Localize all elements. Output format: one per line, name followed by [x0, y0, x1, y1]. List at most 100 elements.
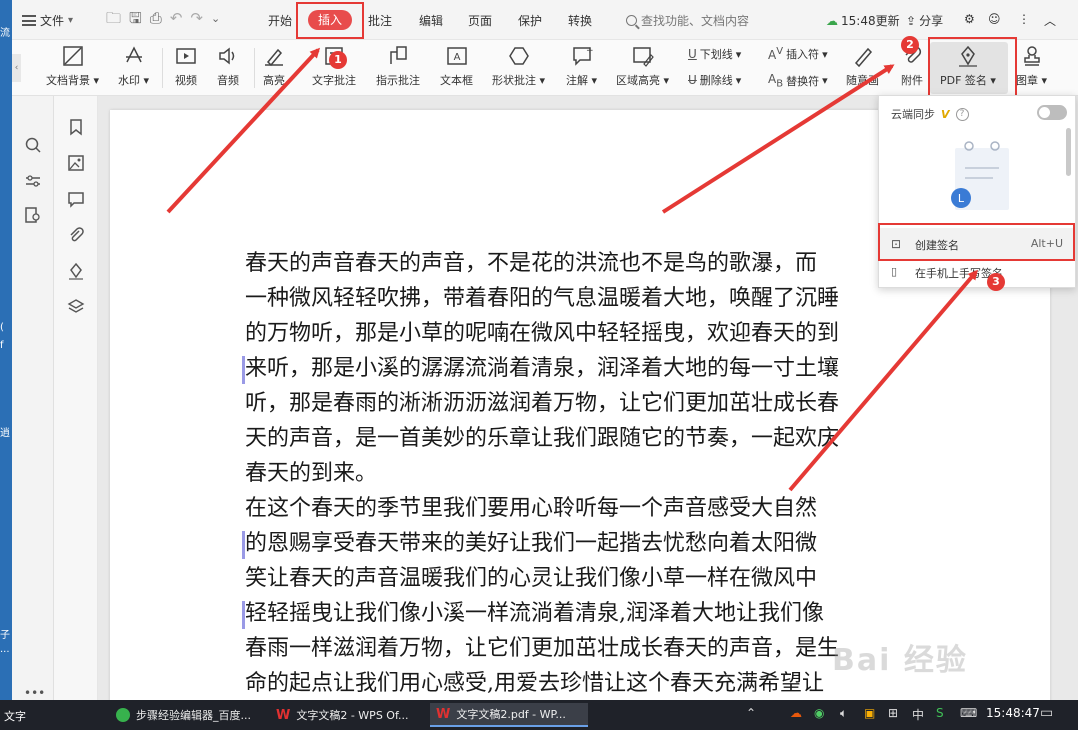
file-menu[interactable]: 文件 ▾ — [22, 12, 73, 29]
tray-speaker-icon[interactable]: 🔈︎ — [840, 706, 847, 721]
text-line: 轻轻摇曳让我们像小溪一样流淌着清泉,润泽着大地让我们像 — [245, 601, 824, 626]
more-dots-icon[interactable]: ••• — [24, 686, 45, 700]
taskbar-app-label: 文字文稿2.pdf - WP... — [456, 708, 566, 721]
update-status[interactable]: ☁ 15:48更新 — [826, 12, 900, 29]
document-body[interactable]: 春天的声音春天的声音，不是花的洪流也不是鸟的歌瀑，而 一种微风轻轻吹拂，带着春阳… — [242, 246, 930, 700]
text-cursor — [242, 601, 245, 629]
audio-button[interactable]: 音频 — [216, 44, 240, 88]
search-placeholder: 查找功能、文档内容 — [641, 14, 750, 28]
strikethrough-button[interactable]: U 删除线 ▾ — [688, 72, 741, 88]
tray-network-icon[interactable]: ⊞ — [888, 706, 898, 720]
layers-icon[interactable] — [67, 298, 85, 316]
page-search-icon[interactable] — [24, 206, 42, 224]
doc-background-label: 文档背景 — [46, 74, 90, 87]
skin-icon[interactable]: ☺ — [988, 12, 1001, 26]
tab-edit[interactable]: 编辑 — [419, 12, 443, 29]
replace-caret-icon: AB — [768, 72, 784, 90]
area-highlight-button[interactable]: 区域高亮 ▾ — [616, 44, 669, 88]
taskbar-app-label: 步骤经验编辑器_百度... — [136, 709, 251, 722]
ribbon-separator — [254, 48, 255, 88]
tab-page[interactable]: 页面 — [468, 12, 492, 29]
vip-icon: V — [941, 107, 950, 121]
replace-symbol-button[interactable]: AB 替换符 ▾ — [768, 72, 828, 89]
tab-convert[interactable]: 转换 — [568, 12, 592, 29]
text-cursor — [242, 356, 245, 384]
pointer-comment-label: 指示批注 — [376, 74, 420, 87]
text-line: 的恩赐享受春天带来的美好让我们一起揩去忧愁向着太阳微 — [245, 531, 818, 556]
collapse-ribbon-icon[interactable]: ︿ — [1044, 12, 1056, 29]
watermark-button[interactable]: 水印 ▾ — [118, 44, 149, 88]
more-icon[interactable]: ⋮ — [1018, 12, 1030, 26]
textbox-button[interactable]: A 文本框 — [440, 44, 473, 88]
cloud-sync-toggle[interactable] — [1037, 105, 1067, 120]
taskbar-clock[interactable]: 15:48:47 — [986, 706, 1040, 720]
video-button[interactable]: 视频 — [174, 44, 198, 88]
desktop-char: 流 — [0, 28, 10, 39]
search-document-icon[interactable] — [24, 136, 42, 154]
ribbon-scroll-left-icon[interactable]: ‹ — [12, 54, 21, 82]
step-badge-1: 1 — [329, 51, 347, 69]
background-icon — [62, 46, 83, 66]
tray-keyboard-icon[interactable]: ⌨ — [960, 706, 977, 720]
settings-icon[interactable]: ⚙ — [964, 12, 975, 26]
image-icon[interactable] — [67, 154, 85, 172]
open-folder-icon[interactable]: 🗀 — [106, 11, 121, 26]
tray-ime[interactable]: 中 — [912, 706, 924, 723]
navigation-panel — [54, 96, 98, 700]
dropdown-scrollbar[interactable] — [1066, 128, 1071, 176]
tab-home[interactable]: 开始 — [268, 12, 292, 29]
insert-caret-icon: AV — [768, 46, 784, 62]
step-badge-2: 2 — [901, 36, 919, 54]
signature-pen-icon[interactable] — [67, 262, 85, 280]
comment-bubble-icon[interactable] — [67, 190, 85, 208]
attachment-list-icon[interactable] — [67, 226, 85, 244]
tray-sogou-icon[interactable]: S — [936, 706, 944, 720]
save-icon[interactable]: 🖫 — [129, 11, 142, 26]
tab-comment[interactable]: 批注 — [368, 12, 392, 29]
redo-icon[interactable]: ↷ — [190, 11, 203, 26]
tray-cloud-icon[interactable]: ☁ — [790, 706, 802, 720]
insert-symbol-button[interactable]: AV 插入符 ▾ — [768, 46, 828, 62]
tray-app-icon[interactable]: ▣ — [864, 706, 875, 720]
tab-protect[interactable]: 保护 — [518, 12, 542, 29]
stamp-icon — [1023, 46, 1040, 66]
pointer-comment-button[interactable]: 指示批注 — [376, 44, 420, 88]
replace-symbol-label: 替换符 — [786, 74, 820, 88]
shape-comment-button[interactable]: 形状批注 ▾ — [492, 44, 545, 88]
highlight-button[interactable]: 高亮 — [262, 44, 286, 88]
underline-button[interactable]: U 下划线 ▾ — [688, 46, 741, 62]
phone-sign-menu-item[interactable]: ▯ 在手机上手写签名 — [879, 260, 1075, 284]
adjust-sliders-icon[interactable] — [24, 172, 42, 190]
attachment-label: 附件 — [901, 74, 923, 87]
watermark-label: 水印 — [118, 74, 140, 87]
desktop-char: ( — [0, 322, 4, 333]
print-icon[interactable]: ⎙ — [150, 11, 162, 26]
strikethrough-label: 删除线 — [699, 74, 733, 87]
taskbar-app-wps-doc[interactable]: W 文字文稿2 - WPS Of... — [270, 703, 425, 727]
textbox-label: 文本框 — [440, 74, 473, 87]
pen-draw-icon — [854, 47, 872, 68]
notification-icon[interactable]: ▭ — [1040, 705, 1053, 721]
svg-text:A: A — [453, 52, 460, 63]
taskbar-app-baidu[interactable]: 步骤经验编辑器_百度... — [110, 703, 266, 727]
bookmark-icon[interactable] — [67, 118, 85, 136]
doc-background-button[interactable]: 文档背景 ▾ — [46, 44, 99, 88]
free-draw-button[interactable]: 随意画 — [846, 44, 879, 88]
undo-icon[interactable]: ↶ — [170, 11, 183, 26]
underline-icon: U — [688, 47, 697, 61]
more-chevron-icon[interactable]: ⌄ — [211, 11, 220, 26]
note-button[interactable]: + 注解 ▾ — [566, 44, 597, 88]
tray-security-icon[interactable]: ◉ — [814, 706, 824, 720]
taskbar-app-wps-pdf[interactable]: W 文字文稿2.pdf - WP... — [430, 703, 588, 727]
stamp-button[interactable]: 图章 ▾ — [1016, 44, 1047, 88]
desktop-edge: 流 ( f 逍 子 ... — [0, 0, 12, 700]
text-line: 一种微风轻轻吹拂，带着春阳的气息温暖着大地，唤醒了沉睡 — [245, 286, 840, 311]
help-icon[interactable]: ? — [955, 107, 969, 121]
hamburger-icon — [22, 15, 36, 26]
shape-comment-label: 形状批注 — [492, 74, 536, 87]
tray-expand-icon[interactable]: ⌃ — [746, 706, 756, 720]
search-box[interactable]: 查找功能、文档内容 — [626, 12, 749, 29]
share-button[interactable]: ⇪ 分享 — [906, 12, 943, 29]
text-line: 听，那是春雨的淅淅沥沥滋润着万物，让它们更加茁壮成长春 — [245, 391, 840, 416]
svg-text:+: + — [586, 46, 594, 56]
